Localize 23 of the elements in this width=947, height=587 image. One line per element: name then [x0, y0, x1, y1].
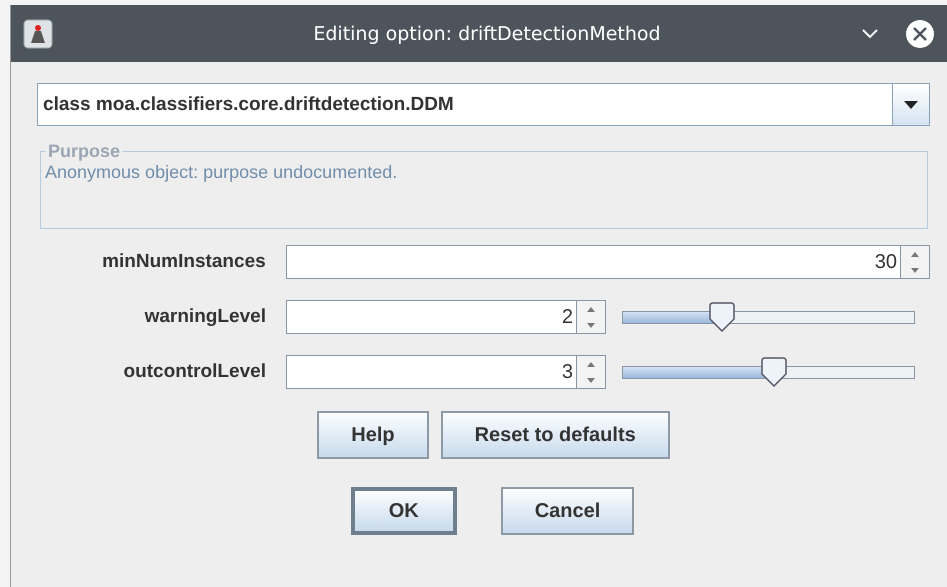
- purpose-text: Anonymous object: purpose undocumented.: [45, 162, 398, 183]
- slider-thumb[interactable]: [760, 356, 788, 386]
- dialog-button[interactable]: Cancel: [500, 487, 634, 535]
- number-field[interactable]: 2: [286, 300, 577, 334]
- class-dropdown[interactable]: class moa.classifiers.core.driftdetection.DDM: [37, 83, 930, 126]
- spinner-arrows[interactable]: [901, 245, 930, 279]
- option-button[interactable]: Reset to defaults: [440, 411, 670, 459]
- number-field[interactable]: 30: [286, 245, 901, 279]
- chevron-down-icon[interactable]: [861, 28, 879, 40]
- close-icon[interactable]: [905, 18, 935, 48]
- caret-icon: [904, 100, 918, 108]
- option-label: outcontrolLevel: [122, 361, 267, 383]
- option-label: minNumInstances: [101, 251, 267, 273]
- purpose-title: Purpose: [47, 141, 122, 162]
- spinner-arrows[interactable]: [577, 355, 606, 389]
- option-label: warningLevel: [144, 306, 267, 328]
- window-title: Editing option: driftDetectionMethod: [312, 22, 662, 44]
- option-button[interactable]: Help: [317, 411, 429, 459]
- number-field[interactable]: 3: [286, 355, 577, 389]
- spinner-arrows[interactable]: [577, 300, 606, 334]
- slider-thumb[interactable]: [708, 302, 736, 332]
- app-icon: [23, 18, 53, 48]
- dialog-button[interactable]: OK: [350, 487, 457, 535]
